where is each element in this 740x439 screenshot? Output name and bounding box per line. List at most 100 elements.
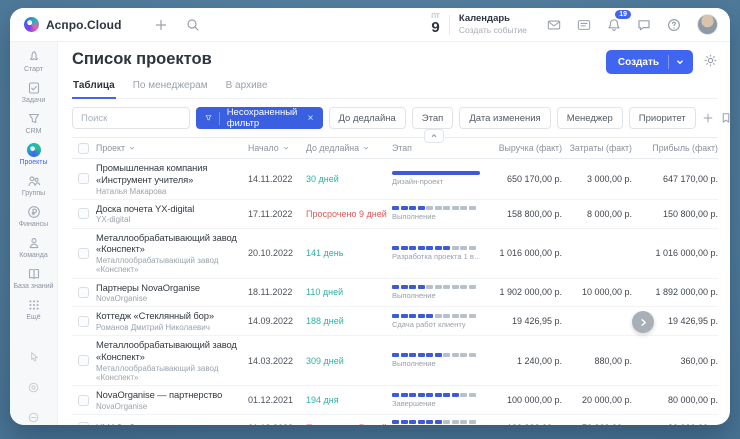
stage-label: Дизайн-проект <box>392 177 480 186</box>
row-checkbox[interactable] <box>78 316 89 327</box>
calendar-date[interactable]: Пт 9 <box>431 14 440 36</box>
column-header[interactable]: До дедлайна <box>306 143 390 153</box>
calendar-widget[interactable]: Календарь Создать событие <box>459 13 527 36</box>
bookmark-icon[interactable] <box>720 108 730 128</box>
project-title[interactable]: Металлообрабатывающий завод «Конспект» <box>96 339 246 363</box>
project-subtitle: YX-digital <box>96 215 246 224</box>
start-date: 01.12.2022 <box>248 423 304 425</box>
sidebar-item-база-знаний[interactable]: База знаний <box>12 263 56 294</box>
sidebar-item-команда[interactable]: Команда <box>12 232 56 263</box>
start-date: 14.09.2022 <box>248 316 304 326</box>
user-avatar[interactable] <box>697 14 718 35</box>
table-row[interactable]: Металлообрабатывающий завод «Конспект» М… <box>72 336 718 386</box>
mail-icon[interactable] <box>543 14 565 36</box>
row-checkbox[interactable] <box>78 355 89 366</box>
row-checkbox[interactable] <box>78 248 89 259</box>
row-checkbox[interactable] <box>78 173 89 184</box>
filter-button-менеджер[interactable]: Менеджер <box>557 107 623 129</box>
create-button-label: Создать <box>618 57 659 68</box>
sidebar-item-label: CRM <box>26 128 42 136</box>
rocket-icon <box>27 50 41 64</box>
quick-add-icon[interactable] <box>150 14 172 36</box>
search-icon[interactable] <box>182 14 204 36</box>
row-checkbox[interactable] <box>78 395 89 406</box>
stage-label: Выполнение <box>392 359 480 368</box>
deadline-value: 30 дней <box>306 174 390 184</box>
filter-button-приоритет[interactable]: Приоритет <box>629 107 696 129</box>
tab-в-архиве[interactable]: В архиве <box>225 80 269 98</box>
filter-button-этап[interactable]: Этап <box>412 107 454 129</box>
sidebar-item-задачи[interactable]: Задачи <box>12 77 56 108</box>
column-header[interactable]: Начало <box>248 143 304 153</box>
sort-chevron-icon <box>282 144 290 152</box>
project-title[interactable]: NovaOrganise — партнерство <box>96 389 246 401</box>
help-icon[interactable] <box>663 14 685 36</box>
project-title[interactable]: Коттедж «Стеклянный бор» <box>96 310 246 322</box>
column-header[interactable]: Проект <box>96 143 246 153</box>
column-header: Выручка (факт) <box>482 143 562 153</box>
search-input[interactable] <box>72 107 190 129</box>
add-filter-icon[interactable] <box>702 108 714 128</box>
table-row[interactable]: Доска почета YX-digital YX-digital 17.11… <box>72 200 718 229</box>
profit-value: 30 000,00 р. <box>634 423 718 425</box>
sort-chevron-icon <box>128 144 136 152</box>
table-row[interactable]: Металлообрабатывающий завод «Конспект» М… <box>72 229 718 279</box>
sidebar-item-проекты[interactable]: Проекты <box>12 139 56 170</box>
filter-button-до-дедлайна[interactable]: До дедлайна <box>329 107 406 129</box>
notifications-bell-icon[interactable]: 19 <box>603 14 625 36</box>
sidebar-item-crm[interactable]: CRM <box>12 108 56 139</box>
sidebar-item-label: Ещё <box>26 314 40 322</box>
tab-таблица[interactable]: Таблица <box>72 80 116 99</box>
table-row[interactable]: Партнеры NovaOrganise NovaOrganise 18.11… <box>72 279 718 308</box>
table-row[interactable]: Коттедж «Стеклянный бор» Романов Дмитрий… <box>72 307 718 336</box>
sidebar-item-label: Задачи <box>22 97 46 105</box>
row-checkbox[interactable] <box>78 287 89 298</box>
topbar-divider <box>449 15 450 35</box>
row-checkbox[interactable] <box>78 422 89 425</box>
sidebar-item-финансы[interactable]: Финансы <box>12 201 56 232</box>
project-title[interactable]: Металлообрабатывающий завод «Конспект» <box>96 232 246 256</box>
stage-label: Сдача работ клиенту <box>392 320 480 329</box>
stage-label: Выполнение <box>392 291 480 300</box>
ring2-icon[interactable] <box>27 411 40 425</box>
project-title[interactable]: Партнеры NovaOrganise <box>96 282 246 294</box>
revenue-value: 100 000,00 р. <box>482 395 562 405</box>
filter-chip-label: Несохраненный фильтр <box>227 107 301 129</box>
page-settings-gear-icon[interactable] <box>703 53 718 73</box>
stage-progress-bar <box>392 206 480 210</box>
project-title[interactable]: ХМАО- Сургут <box>96 422 246 425</box>
scroll-right-button[interactable] <box>632 311 654 333</box>
finance-icon <box>27 205 41 219</box>
project-title[interactable]: Доска почета YX-digital <box>96 203 246 215</box>
deadline-value: Просрочено 9 дней <box>306 209 390 219</box>
notes-icon[interactable] <box>573 14 595 36</box>
chat-icon[interactable] <box>633 14 655 36</box>
ring-icon[interactable] <box>27 381 40 399</box>
cursor-icon[interactable] <box>27 351 40 369</box>
table-row[interactable]: Промышленная компания «Инструмент учител… <box>72 159 718 200</box>
team-icon <box>27 236 41 250</box>
remove-filter-icon[interactable]: × <box>308 113 314 124</box>
scroll-top-button[interactable] <box>424 129 444 143</box>
create-button[interactable]: Создать <box>606 50 693 74</box>
projects-table: Промышленная компания «Инструмент учител… <box>72 159 718 425</box>
filter-button-дата-изменения[interactable]: Дата изменения <box>459 107 550 129</box>
project-subtitle: NovaOrganise <box>96 294 246 303</box>
tab-по-менеджерам[interactable]: По менеджерам <box>132 80 209 98</box>
active-filter-chip[interactable]: Несохраненный фильтр × <box>196 107 323 129</box>
stage-label: Завершение <box>392 399 480 408</box>
row-checkbox[interactable] <box>78 208 89 219</box>
sidebar-item-группы[interactable]: Группы <box>12 170 56 201</box>
project-title[interactable]: Промышленная компания «Инструмент учител… <box>96 162 246 186</box>
calendar-create-event[interactable]: Создать событие <box>459 25 527 36</box>
table-row[interactable]: NovaOrganise — партнерство NovaOrganise … <box>72 386 718 415</box>
stage-progress-bar <box>392 285 480 289</box>
sidebar-item-старт[interactable]: Старт <box>12 46 56 77</box>
select-all-checkbox[interactable] <box>78 143 89 154</box>
view-tabs: Таблица По менеджерам В архиве <box>72 80 718 99</box>
sidebar-item-ещё[interactable]: Ещё <box>12 294 56 325</box>
revenue-value: 1 240,00 р. <box>482 356 562 366</box>
table-row[interactable]: ХМАО- Сургут 01.12.2022 Просрочено 7 дне… <box>72 415 718 425</box>
start-date: 01.12.2021 <box>248 395 304 405</box>
profit-value: 80 000,00 р. <box>634 395 718 405</box>
